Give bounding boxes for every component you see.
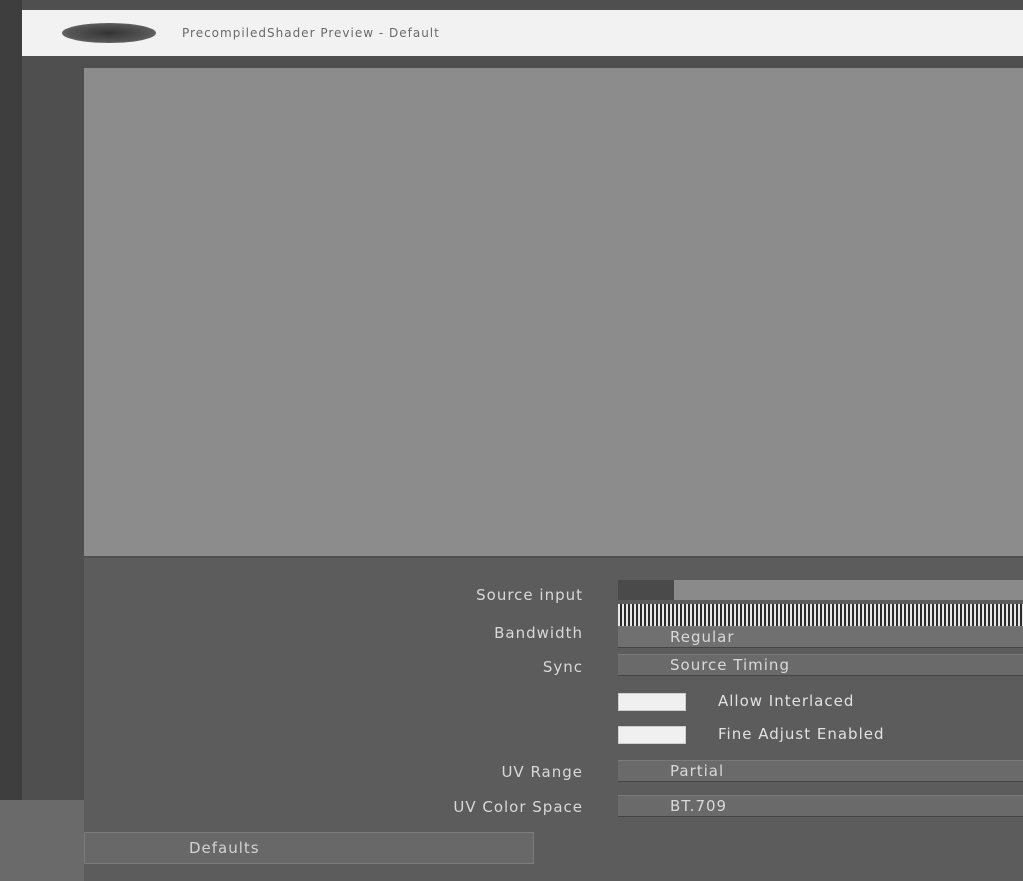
title-bar: PrecompiledShader Preview - Default xyxy=(22,10,1023,56)
footer-strip xyxy=(0,800,84,881)
uv-range-dropdown[interactable]: Partial xyxy=(618,760,1023,782)
fine-adjust-label: Fine Adjust Enabled xyxy=(718,725,885,743)
fine-adjust-checkbox[interactable] xyxy=(618,726,686,744)
uv-range-value: Partial xyxy=(670,762,725,780)
sync-value: Source Timing xyxy=(670,656,790,674)
defaults-button[interactable]: Defaults xyxy=(84,832,534,864)
sync-dropdown[interactable]: Source Timing xyxy=(618,654,1023,676)
preview-area xyxy=(84,68,1023,556)
source-input-label: Source input xyxy=(476,586,583,604)
sync-label: Sync xyxy=(542,658,583,676)
bandwidth-meter xyxy=(618,604,1023,626)
uv-color-space-dropdown[interactable]: BT.709 xyxy=(618,795,1023,817)
app-logo-icon xyxy=(62,23,156,43)
bandwidth-value: Regular xyxy=(670,628,735,646)
allow-interlaced-checkbox[interactable] xyxy=(618,693,686,711)
bandwidth-label: Bandwidth xyxy=(494,624,583,642)
uv-range-label: UV Range xyxy=(501,763,583,781)
defaults-button-label: Defaults xyxy=(189,839,260,857)
uv-color-space-label: UV Color Space xyxy=(453,798,583,816)
source-input-field[interactable] xyxy=(618,580,1023,600)
allow-interlaced-label: Allow Interlaced xyxy=(718,692,855,710)
bandwidth-dropdown[interactable]: Regular xyxy=(618,626,1023,648)
left-rail xyxy=(0,0,22,881)
window-title: PrecompiledShader Preview - Default xyxy=(182,26,440,40)
source-input-cursor-region xyxy=(618,580,674,600)
uv-color-space-value: BT.709 xyxy=(670,797,728,815)
